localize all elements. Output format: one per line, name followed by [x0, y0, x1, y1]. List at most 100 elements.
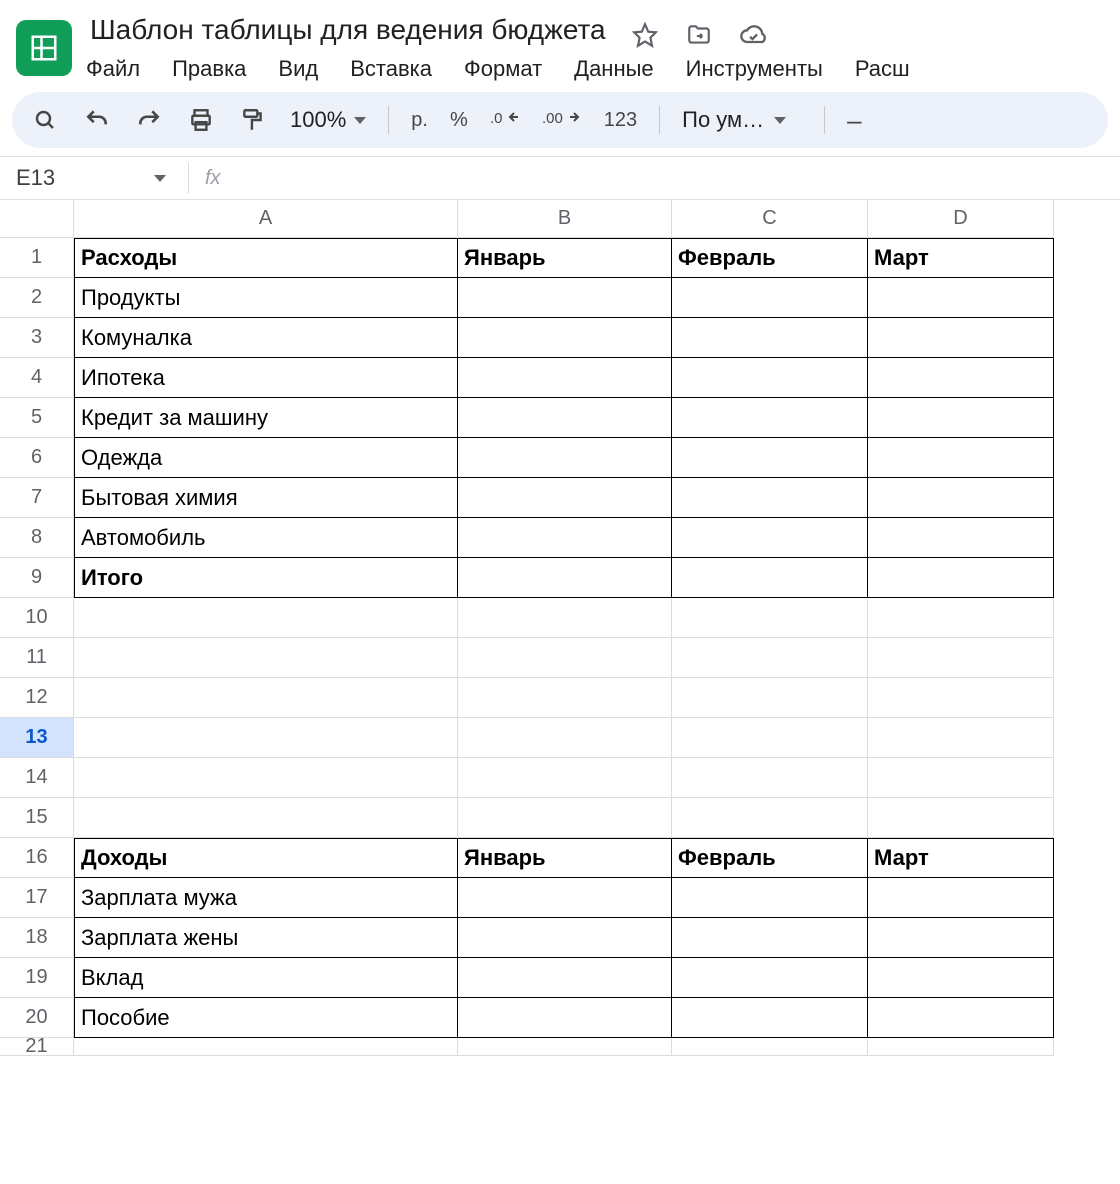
row-header[interactable]: 20 — [0, 998, 74, 1038]
name-box[interactable]: E13 — [8, 165, 180, 191]
move-to-folder-icon[interactable] — [684, 20, 714, 50]
percent-format-button[interactable]: % — [450, 109, 468, 132]
cell[interactable] — [672, 638, 868, 678]
cell[interactable] — [458, 1038, 672, 1056]
menu-extensions[interactable]: Расш — [855, 56, 910, 82]
row-header[interactable]: 21 — [0, 1038, 74, 1056]
cell[interactable] — [868, 678, 1054, 718]
menu-file[interactable]: Файл — [86, 56, 140, 82]
paint-format-icon[interactable] — [238, 105, 268, 135]
cell[interactable] — [868, 758, 1054, 798]
cell[interactable] — [868, 358, 1054, 398]
cell[interactable] — [672, 278, 868, 318]
grid-corner[interactable] — [0, 200, 74, 238]
cell[interactable] — [74, 718, 458, 758]
menu-insert[interactable]: Вставка — [350, 56, 432, 82]
zoom-select[interactable]: 100% — [290, 107, 366, 133]
cell[interactable]: Февраль — [672, 838, 868, 878]
redo-icon[interactable] — [134, 105, 164, 135]
row-header[interactable]: 7 — [0, 478, 74, 518]
cell[interactable] — [868, 318, 1054, 358]
cell[interactable] — [868, 478, 1054, 518]
cell[interactable] — [458, 398, 672, 438]
cell[interactable] — [868, 398, 1054, 438]
cell[interactable]: Бытовая химия — [74, 478, 458, 518]
cell[interactable] — [458, 478, 672, 518]
decrease-decimal-button[interactable]: .0 — [490, 105, 520, 135]
row-header[interactable]: 10 — [0, 598, 74, 638]
row-header[interactable]: 18 — [0, 918, 74, 958]
cell[interactable] — [458, 438, 672, 478]
cell[interactable] — [458, 758, 672, 798]
cell[interactable] — [458, 558, 672, 598]
cell[interactable] — [458, 718, 672, 758]
cell[interactable] — [868, 878, 1054, 918]
cell[interactable] — [868, 518, 1054, 558]
cell[interactable] — [868, 958, 1054, 998]
row-header[interactable]: 17 — [0, 878, 74, 918]
row-header[interactable]: 6 — [0, 438, 74, 478]
row-header[interactable]: 12 — [0, 678, 74, 718]
number-format-button[interactable]: 123 — [604, 109, 637, 132]
cell[interactable] — [672, 1038, 868, 1056]
cell[interactable] — [458, 878, 672, 918]
cell[interactable] — [74, 598, 458, 638]
cell[interactable] — [458, 638, 672, 678]
column-header-D[interactable]: D — [868, 200, 1054, 238]
cell[interactable]: Автомобиль — [74, 518, 458, 558]
cell[interactable] — [672, 998, 868, 1038]
cell[interactable] — [868, 558, 1054, 598]
cell[interactable]: Март — [868, 838, 1054, 878]
cell[interactable]: Январь — [458, 238, 672, 278]
cell[interactable] — [868, 798, 1054, 838]
cell[interactable] — [672, 718, 868, 758]
cell[interactable] — [672, 678, 868, 718]
cell[interactable] — [458, 798, 672, 838]
cell[interactable] — [672, 758, 868, 798]
cell[interactable] — [458, 358, 672, 398]
undo-icon[interactable] — [82, 105, 112, 135]
cell[interactable] — [74, 758, 458, 798]
cell[interactable]: Итого — [74, 558, 458, 598]
menu-edit[interactable]: Правка — [172, 56, 246, 82]
cell[interactable]: Ипотека — [74, 358, 458, 398]
cell[interactable] — [458, 678, 672, 718]
font-size-decrement[interactable]: – — [847, 105, 861, 136]
cloud-saved-icon[interactable] — [738, 20, 768, 50]
cell[interactable] — [672, 598, 868, 638]
cell[interactable]: Одежда — [74, 438, 458, 478]
cell[interactable]: Кредит за машину — [74, 398, 458, 438]
cell[interactable] — [868, 1038, 1054, 1056]
cell[interactable] — [458, 318, 672, 358]
cell[interactable] — [458, 918, 672, 958]
row-header[interactable]: 13 — [0, 718, 74, 758]
cell[interactable] — [672, 558, 868, 598]
row-header[interactable]: 2 — [0, 278, 74, 318]
cell[interactable] — [868, 638, 1054, 678]
row-header[interactable]: 5 — [0, 398, 74, 438]
cell[interactable] — [672, 958, 868, 998]
cell[interactable]: Январь — [458, 838, 672, 878]
row-header[interactable]: 8 — [0, 518, 74, 558]
cell[interactable]: Февраль — [672, 238, 868, 278]
cell[interactable] — [672, 798, 868, 838]
column-header-B[interactable]: B — [458, 200, 672, 238]
cell[interactable]: Вклад — [74, 958, 458, 998]
star-icon[interactable] — [630, 20, 660, 50]
row-header[interactable]: 16 — [0, 838, 74, 878]
menu-tools[interactable]: Инструменты — [686, 56, 823, 82]
column-header-A[interactable]: A — [74, 200, 458, 238]
cell[interactable]: Пособие — [74, 998, 458, 1038]
cell[interactable] — [74, 638, 458, 678]
row-header[interactable]: 19 — [0, 958, 74, 998]
cell[interactable]: Доходы — [74, 838, 458, 878]
cell[interactable]: Зарплата жены — [74, 918, 458, 958]
cell[interactable]: Продукты — [74, 278, 458, 318]
sheets-logo-icon[interactable] — [16, 20, 72, 76]
currency-format-button[interactable]: р. — [411, 109, 428, 132]
row-header[interactable]: 14 — [0, 758, 74, 798]
cell[interactable] — [868, 438, 1054, 478]
row-header[interactable]: 11 — [0, 638, 74, 678]
cell[interactable] — [672, 398, 868, 438]
cell[interactable] — [672, 358, 868, 398]
